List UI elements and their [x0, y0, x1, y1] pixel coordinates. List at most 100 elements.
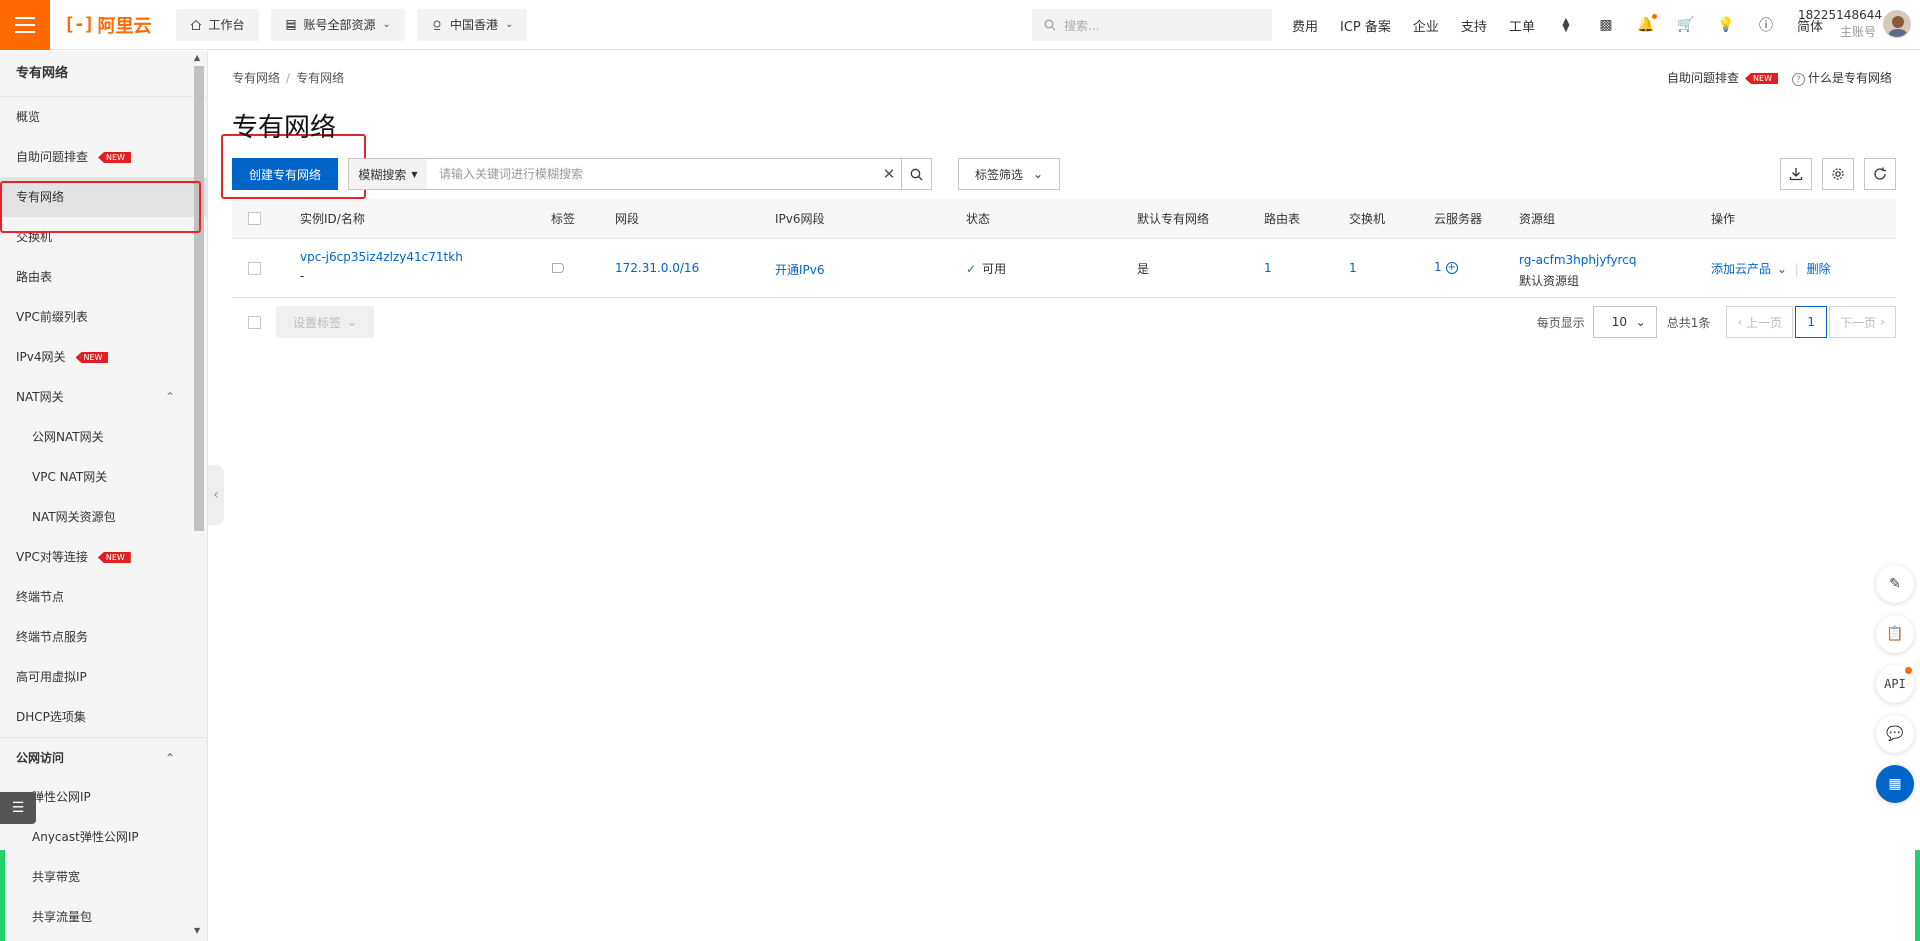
- col-header-tags: 标签: [551, 212, 576, 226]
- resource-selector[interactable]: 账号全部资源 ⌄: [270, 8, 405, 41]
- sidebar-item-troubleshoot[interactable]: 自助问题排查 NEW: [0, 137, 207, 177]
- download-icon: [1789, 168, 1803, 181]
- refresh-button[interactable]: [1864, 158, 1896, 190]
- link-ticket[interactable]: 工单: [1509, 16, 1535, 35]
- current-page[interactable]: 1: [1795, 306, 1828, 338]
- sidebar-item-endpoint-service[interactable]: 终端节点服务: [0, 617, 207, 657]
- resource-group-link[interactable]: rg-acfm3hphjyfyrcq: [1519, 253, 1636, 267]
- select-all-checkbox[interactable]: [248, 212, 261, 225]
- troubleshoot-link[interactable]: 自助问题排查 NEW: [1667, 69, 1778, 86]
- chevron-down-icon[interactable]: ⌄: [1777, 262, 1787, 276]
- chevron-up-icon: ⌃: [164, 390, 175, 404]
- top-navbar: [-] 阿里云 工作台 账号全部资源 ⌄ 中国香港 ⌄ 搜索... 费用 ICP …: [0, 0, 1920, 50]
- sidebar-item-public-nat[interactable]: 公网NAT网关: [0, 417, 207, 457]
- sidebar-item-vpc[interactable]: 专有网络: [0, 177, 207, 217]
- set-tags-button[interactable]: 设置标签 ⌄: [276, 306, 374, 338]
- chat-icon[interactable]: 💬: [1876, 715, 1914, 753]
- link-billing[interactable]: 费用: [1292, 16, 1318, 35]
- notification-dot: [1651, 14, 1657, 19]
- download-button[interactable]: [1780, 158, 1812, 190]
- vswitch-count-link[interactable]: 1: [1349, 261, 1357, 275]
- sidebar-item-shared-bandwidth[interactable]: 共享带宽: [0, 857, 207, 897]
- search-group: 模糊搜索 ▼ ✕: [348, 158, 932, 190]
- sidebar-item-ipv4-gateway[interactable]: IPv4网关 NEW: [0, 337, 207, 377]
- sidebar-item-dhcp[interactable]: DHCP选项集: [0, 697, 207, 737]
- status-text: 可用: [982, 262, 1007, 276]
- check-icon: ✓: [966, 262, 977, 276]
- prev-page-button[interactable]: ‹ 上一页: [1726, 306, 1794, 338]
- sidebar-group-public-access[interactable]: 公网访问 ⌃: [0, 737, 207, 777]
- search-mode-select[interactable]: 模糊搜索 ▼: [349, 159, 427, 189]
- sidebar-item-havip[interactable]: 高可用虚拟IP: [0, 657, 207, 697]
- link-enterprise[interactable]: 企业: [1413, 16, 1439, 35]
- delete-link[interactable]: 删除: [1807, 262, 1831, 276]
- next-page-button[interactable]: 下一页 ›: [1829, 306, 1896, 338]
- sidebar-item-route-table[interactable]: 路由表: [0, 257, 207, 297]
- bell-icon[interactable]: 🔔: [1637, 14, 1657, 34]
- sidebar-item-label: 交换机: [16, 230, 53, 244]
- apps-icon[interactable]: ▦: [1876, 765, 1914, 803]
- tag-filter-button[interactable]: 标签筛选 ⌄: [958, 158, 1060, 190]
- sidebar-item-shared-traffic[interactable]: 共享流量包: [0, 897, 207, 937]
- clear-icon[interactable]: ✕: [877, 165, 901, 183]
- chevron-down-icon: ⌄: [504, 19, 514, 30]
- cidr-link[interactable]: 172.31.0.0/16: [615, 261, 699, 275]
- code-icon[interactable]: ⧫: [1557, 16, 1575, 34]
- sidebar-item-nat-package[interactable]: NAT网关资源包: [0, 497, 207, 537]
- help-icon[interactable]: ⓘ: [1757, 16, 1775, 34]
- search-button[interactable]: [901, 159, 931, 189]
- add-cloud-product-link[interactable]: 添加云产品: [1711, 262, 1771, 276]
- row-checkbox[interactable]: [248, 262, 261, 275]
- row-actions: 添加云产品 ⌄ | 删除: [1711, 262, 1831, 276]
- edit-icon[interactable]: ✎: [1876, 565, 1914, 603]
- col-header-vswitches: 交换机: [1349, 212, 1386, 226]
- logo-text: 阿里云: [97, 15, 152, 37]
- page-size-select[interactable]: 10 ⌄: [1592, 306, 1657, 338]
- aliyun-logo[interactable]: [-] 阿里云: [64, 12, 152, 38]
- what-is-vpc-link[interactable]: ? 什么是专有网络: [1791, 69, 1892, 86]
- global-search[interactable]: 搜索...: [1032, 9, 1272, 41]
- sidebar-item-label: NAT网关: [16, 390, 64, 404]
- scroll-down-arrow[interactable]: ▼: [194, 926, 200, 935]
- region-selector[interactable]: 中国香港 ⌄: [416, 8, 528, 41]
- link-support[interactable]: 支持: [1461, 16, 1487, 35]
- sidebar-scrollbar[interactable]: [194, 66, 204, 531]
- create-vpc-button[interactable]: 创建专有网络: [232, 158, 338, 190]
- menu-button[interactable]: [0, 0, 50, 50]
- breadcrumb-item[interactable]: 专有网络: [232, 71, 280, 85]
- link-icp[interactable]: ICP 备案: [1340, 16, 1391, 35]
- status-badge: ✓ 可用: [966, 260, 1006, 277]
- vpc-id-link[interactable]: vpc-j6cp35iz4zlzy41c71tkh: [300, 250, 463, 264]
- sidebar-item-vpc-nat[interactable]: VPC NAT网关: [0, 457, 207, 497]
- user-info[interactable]: 18225148644 主账号: [1798, 7, 1882, 41]
- collapse-sidebar-button[interactable]: ‹: [208, 465, 224, 525]
- prev-label: 上一页: [1746, 315, 1783, 330]
- avatar[interactable]: [1883, 10, 1911, 38]
- scroll-up-arrow[interactable]: ▲: [194, 53, 200, 62]
- api-icon[interactable]: API: [1876, 665, 1914, 703]
- lightbulb-icon[interactable]: 💡: [1717, 16, 1735, 34]
- sidebar-item-vswitch[interactable]: 交换机: [0, 217, 207, 257]
- sidebar-item-endpoint[interactable]: 终端节点: [0, 577, 207, 617]
- terminal-icon[interactable]: ▩: [1597, 16, 1615, 34]
- add-circle-icon[interactable]: +: [1445, 261, 1458, 274]
- enable-ipv6-link[interactable]: 开通IPv6: [775, 261, 825, 278]
- search-input[interactable]: [427, 159, 877, 189]
- tag-icon[interactable]: [552, 263, 564, 273]
- edge-strip-left: [0, 850, 5, 941]
- sidebar-item-label: 终端节点服务: [16, 630, 89, 644]
- search-mode-label: 模糊搜索: [358, 167, 407, 182]
- cart-icon[interactable]: 🛒: [1677, 16, 1695, 34]
- workbench-button[interactable]: 工作台: [175, 8, 259, 41]
- search-placeholder: 搜索...: [1064, 18, 1100, 33]
- clipboard-icon[interactable]: 📋: [1876, 615, 1914, 653]
- list-icon[interactable]: ☰: [0, 792, 36, 824]
- route-table-count-link[interactable]: 1: [1264, 261, 1272, 275]
- footer-checkbox[interactable]: [248, 316, 261, 329]
- settings-button[interactable]: [1822, 158, 1854, 190]
- sidebar-item-nat-gateway[interactable]: NAT网关 ⌃: [0, 377, 207, 417]
- ecs-count-link[interactable]: 1: [1434, 260, 1442, 274]
- sidebar-item-prefix-list[interactable]: VPC前缀列表: [0, 297, 207, 337]
- sidebar-item-vpc-peering[interactable]: VPC对等连接 NEW: [0, 537, 207, 577]
- sidebar-item-overview[interactable]: 概览: [0, 97, 207, 137]
